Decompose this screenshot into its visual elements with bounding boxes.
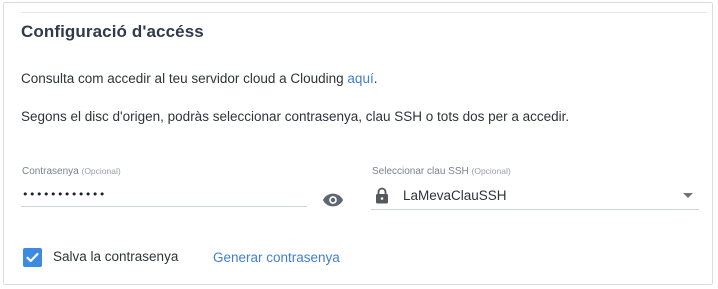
ssh-key-optional-tag: (Opcional): [471, 166, 511, 176]
generate-password-link[interactable]: Generar contrasenya: [213, 250, 340, 265]
password-label: Contrasenya (Opcional): [22, 166, 121, 177]
top-divider: [21, 12, 707, 13]
checkmark-icon: [26, 252, 39, 263]
ssh-key-label-text: Seleccionar clau SSH: [372, 166, 469, 177]
access-info-text-end: .: [373, 71, 378, 86]
lock-icon: [376, 187, 388, 204]
access-info-link[interactable]: aquí: [347, 71, 373, 86]
save-password-label[interactable]: Salva la contrasenya: [53, 249, 178, 264]
password-optional-tag: (Opcional): [81, 166, 121, 176]
password-field[interactable]: [21, 183, 307, 207]
save-password-checkbox[interactable]: [23, 248, 42, 267]
access-info-text: Consulta com accedir al teu servidor clo…: [21, 71, 377, 86]
source-disk-info-text: Segons el disc d'origen, podràs seleccio…: [21, 109, 570, 124]
access-info-text-main: Consulta com accedir al teu servidor clo…: [21, 71, 348, 86]
eye-icon[interactable]: [322, 192, 344, 208]
chevron-down-icon[interactable]: [683, 193, 693, 198]
ssh-key-select[interactable]: LaMevaClauSSH: [371, 183, 699, 210]
ssh-key-label: Seleccionar clau SSH (Opcional): [372, 166, 511, 177]
password-label-text: Contrasenya: [22, 166, 79, 177]
access-config-panel: Configuració d'accéss Consulta com acced…: [3, 2, 713, 285]
ssh-key-selected-value: LaMevaClauSSH: [403, 188, 507, 203]
section-title: Configuració d'accéss: [21, 22, 204, 41]
